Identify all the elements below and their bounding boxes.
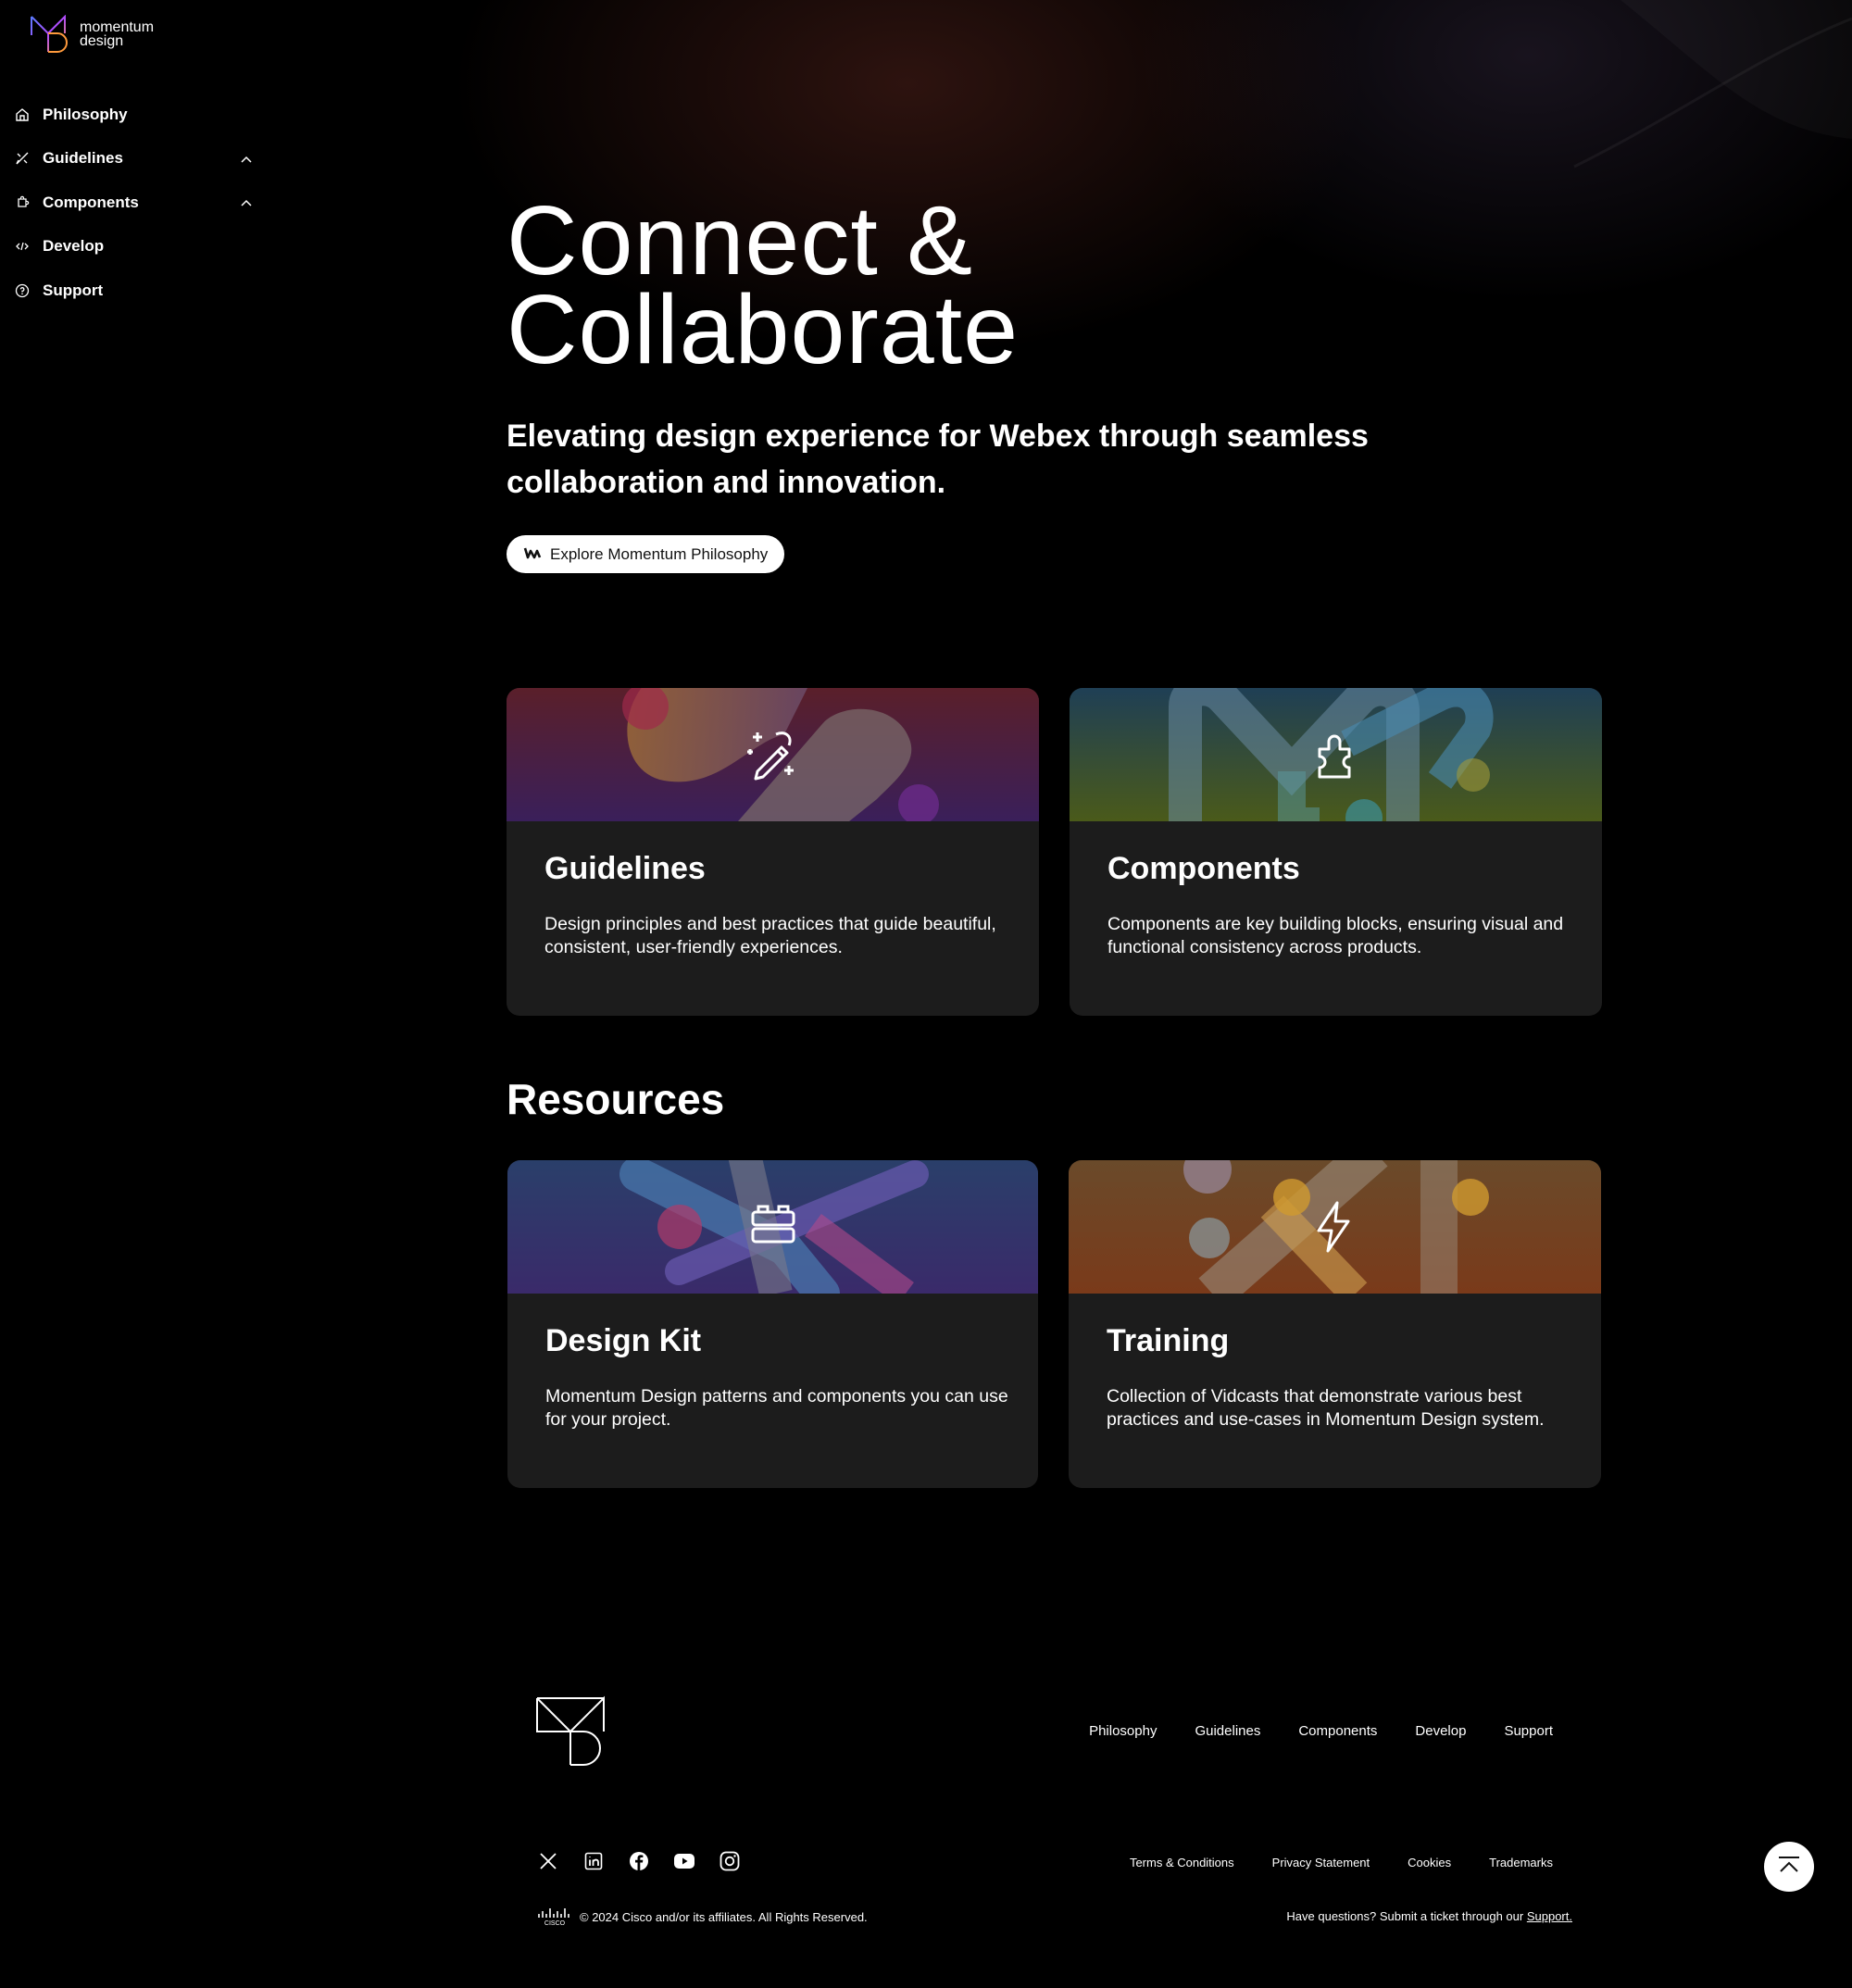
components-card-banner — [1070, 688, 1602, 821]
sidebar-item-label: Support — [43, 281, 104, 299]
sidebar-item-develop[interactable]: Develop — [13, 225, 256, 269]
logo-text: momentum design — [80, 19, 155, 49]
legal-links: Terms & Conditions Privacy Statement Coo… — [1130, 1856, 1553, 1869]
chevron-up-icon[interactable] — [237, 150, 256, 169]
card-title: Design Kit — [545, 1323, 702, 1358]
sidebar-item-guidelines[interactable]: Guidelines — [13, 137, 256, 181]
design-kit-card-banner — [507, 1160, 1038, 1294]
lightning-icon — [1317, 1201, 1350, 1253]
card-title: Guidelines — [544, 851, 706, 886]
hero-subtitle: Elevating design experience for Webex th… — [507, 419, 1369, 500]
resources-heading: Resources — [507, 1075, 725, 1123]
sidebar-item-components[interactable]: Components — [13, 181, 256, 225]
facebook-icon[interactable] — [628, 1850, 650, 1872]
social-links — [537, 1850, 741, 1872]
webex-icon — [523, 545, 542, 564]
linkedin-icon[interactable] — [582, 1850, 605, 1872]
sidebar-item-label: Components — [43, 193, 139, 211]
training-card[interactable]: Training Collection of Vidcasts that dem… — [1069, 1160, 1601, 1488]
cisco-logo: CISCO — [538, 1908, 569, 1926]
footer-link-philosophy[interactable]: Philosophy — [1089, 1723, 1157, 1739]
home-icon — [13, 106, 31, 124]
card-title: Components — [1107, 851, 1300, 886]
footer-link-components[interactable]: Components — [1298, 1723, 1377, 1739]
momentum-logo[interactable]: momentum design — [30, 15, 154, 54]
privacy-link[interactable]: Privacy Statement — [1272, 1856, 1370, 1869]
card-description: Momentum Design patterns and components … — [545, 1386, 1008, 1430]
training-card-banner — [1069, 1160, 1601, 1294]
guidelines-card[interactable]: Guidelines Design principles and best pr… — [507, 688, 1039, 1016]
logo-line-design: design — [80, 33, 124, 49]
magic-wand-icon — [747, 731, 794, 781]
support-note-text: Have questions? Submit a ticket through … — [1286, 1909, 1527, 1923]
card-description: Components are key building blocks, ensu… — [1107, 914, 1564, 957]
momentum-logo-mark — [536, 1695, 605, 1766]
card-title: Training — [1107, 1323, 1230, 1358]
pencil-ruler-icon — [13, 149, 31, 168]
copyright-text: © 2024 Cisco and/or its affiliates. All … — [580, 1909, 868, 1924]
footer-logo[interactable] — [535, 1694, 609, 1773]
sidebar-item-label: Guidelines — [43, 149, 123, 168]
sidebar-item-label: Philosophy — [43, 105, 128, 123]
support-link[interactable]: Support. — [1527, 1909, 1572, 1923]
footer-nav: Philosophy Guidelines Components Develop… — [1089, 1723, 1553, 1739]
sidebar-item-philosophy[interactable]: Philosophy — [13, 93, 256, 137]
momentum-logo-mark — [31, 15, 68, 53]
footer-link-guidelines[interactable]: Guidelines — [1195, 1723, 1260, 1739]
sidebar-nav: Philosophy Guidelines Components Develop… — [13, 93, 256, 313]
chevron-up-icon[interactable] — [237, 194, 256, 212]
instagram-icon[interactable] — [719, 1850, 741, 1872]
logo-line-momentum: momentum — [80, 19, 155, 35]
design-kit-card[interactable]: Design Kit Momentum Design patterns and … — [507, 1160, 1038, 1488]
svg-text:CISCO: CISCO — [544, 1920, 566, 1926]
cookies-link[interactable]: Cookies — [1408, 1856, 1451, 1869]
components-card[interactable]: Components Components are key building b… — [1070, 688, 1602, 1016]
hero-title: Connect & Collaborate — [507, 186, 1020, 384]
support-note: Have questions? Submit a ticket through … — [1286, 1909, 1572, 1923]
sidebar-item-support[interactable]: Support — [13, 269, 256, 313]
explore-philosophy-label: Explore Momentum Philosophy — [550, 544, 769, 563]
youtube-icon[interactable] — [673, 1850, 695, 1872]
copyright: CISCO © 2024 Cisco and/or its affiliates… — [537, 1907, 868, 1926]
help-circle-icon — [13, 281, 31, 300]
explore-philosophy-button[interactable]: Explore Momentum Philosophy — [507, 535, 785, 573]
terms-link[interactable]: Terms & Conditions — [1130, 1856, 1234, 1869]
footer-link-develop[interactable]: Develop — [1415, 1723, 1466, 1739]
card-description: Design principles and best practices tha… — [544, 914, 996, 957]
guidelines-card-banner — [507, 688, 1039, 821]
blocks-icon — [751, 1205, 795, 1244]
footer-link-support[interactable]: Support — [1504, 1723, 1553, 1739]
sidebar-item-label: Develop — [43, 237, 105, 256]
puzzle-icon — [13, 194, 31, 212]
card-description: Collection of Vidcasts that demonstrate … — [1107, 1386, 1545, 1430]
puzzle-icon — [1318, 734, 1351, 779]
back-to-top-button[interactable] — [1764, 1842, 1814, 1892]
code-icon — [13, 237, 31, 256]
trademarks-link[interactable]: Trademarks — [1489, 1856, 1553, 1869]
x-icon[interactable] — [537, 1850, 559, 1872]
arrow-up-to-top-icon — [1779, 1857, 1799, 1872]
